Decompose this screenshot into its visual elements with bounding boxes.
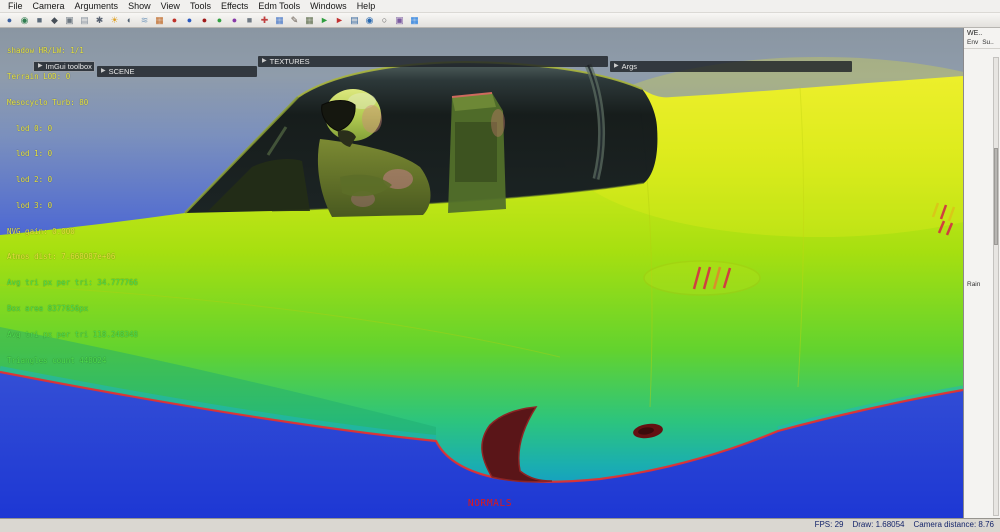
right-panel-title: WE..	[967, 30, 983, 37]
debug-line: lod 1: 0	[7, 149, 53, 159]
settings-gear-icon[interactable]: ✱	[93, 14, 106, 27]
debug-line: Atmos dist: 7.668087e+06	[7, 252, 116, 262]
debug-line: Avg tri px per tri: 34.777766	[7, 278, 138, 288]
imgui-toolbox-header[interactable]: ▶ ImGui toolbox	[33, 61, 95, 72]
application-window: File Camera Arguments Show View Tools Ef…	[0, 0, 1000, 532]
chevron-right-icon: ▶	[101, 68, 106, 74]
world-icon[interactable]: ◉	[363, 14, 376, 27]
debug-line: Box area 8377656px	[7, 304, 89, 313]
imgui-toolbox-label: ImGui toolbox	[45, 62, 92, 71]
right-side-panel: WE.. Env Su.. Rain	[963, 27, 1000, 519]
chevron-right-icon: ▶	[262, 58, 267, 64]
right-panel-scrollbar[interactable]	[993, 57, 999, 516]
layers-icon[interactable]: ▣	[393, 14, 406, 27]
flag-green-icon[interactable]: ►	[318, 14, 331, 27]
menu-tools[interactable]: Tools	[185, 0, 216, 12]
search-icon[interactable]: ○	[378, 14, 391, 27]
shadow-icon[interactable]: ◐	[123, 14, 136, 27]
menu-show[interactable]: Show	[123, 0, 156, 12]
menu-windows[interactable]: Windows	[305, 0, 352, 12]
tab-env[interactable]: Env	[967, 39, 978, 46]
wireframe-icon[interactable]: ▦	[303, 14, 316, 27]
cube-icon[interactable]: ■	[243, 14, 256, 27]
scrollbar-thumb[interactable]	[994, 148, 998, 245]
chart-icon[interactable]: ▤	[348, 14, 361, 27]
document-icon[interactable]: ▤	[78, 14, 91, 27]
globe-icon[interactable]: ◉	[18, 14, 31, 27]
edit-pencil-icon[interactable]: ✎	[288, 14, 301, 27]
debug-line: Mesocyclo Turb: 80	[7, 97, 89, 107]
chevron-right-icon: ▶	[614, 63, 619, 69]
record-icon[interactable]: ●	[198, 14, 211, 27]
fog-icon[interactable]: ≋	[138, 14, 151, 27]
camera-icon[interactable]: ◆	[48, 14, 61, 27]
draw-time: Draw: 1.68054	[852, 520, 905, 529]
args-panel-label: Args	[621, 62, 638, 71]
menu-camera[interactable]: Camera	[28, 0, 70, 12]
menu-bar: File Camera Arguments Show View Tools Ef…	[0, 0, 1000, 13]
palette-icon[interactable]: ▦	[153, 14, 166, 27]
textures-panel-label: TEXTURES	[269, 57, 310, 66]
3d-viewport[interactable]: shadow HR/LW: 1/1 Terrain LOD: 0 Mesocyc…	[0, 27, 963, 519]
status-bar: FPS: 29 Draw: 1.68054 Camera distance: 8…	[0, 518, 1000, 532]
debug-line: lod 0: 0	[7, 123, 53, 133]
material-icon[interactable]: ●	[213, 14, 226, 27]
menu-help[interactable]: Help	[352, 0, 381, 12]
grid-icon[interactable]: ▦	[273, 14, 286, 27]
render-mode-label: NORMALS	[467, 498, 513, 509]
sphere-purple-icon[interactable]: ●	[228, 14, 241, 27]
menu-arguments[interactable]: Arguments	[70, 0, 124, 12]
axes-icon[interactable]: ✚	[258, 14, 271, 27]
debug-line: shadow HR/LW: 1/1	[7, 46, 84, 56]
fuselage-side-pod	[643, 260, 761, 296]
rain-item-label[interactable]: Rain	[967, 281, 980, 288]
menu-file[interactable]: File	[3, 0, 28, 12]
debug-line: lod 3: 0	[7, 200, 53, 210]
scene-panel-label: SCENE	[108, 67, 135, 76]
camera-distance: Camera distance: 8.76	[913, 520, 995, 529]
fps-counter: FPS: 29	[814, 520, 844, 529]
menu-edm-tools[interactable]: Edm Tools	[253, 0, 305, 12]
debug-stats-overlay: shadow HR/LW: 1/1 Terrain LOD: 0 Mesocyc…	[7, 30, 138, 382]
scene-panel-header[interactable]: ▶ SCENE	[97, 66, 257, 77]
screenshot-icon[interactable]: ▣	[63, 14, 76, 27]
debug-line: NVG gain: 0.000	[7, 226, 75, 236]
debug-line: Triangles count 448024	[7, 355, 107, 365]
tab-su[interactable]: Su..	[982, 39, 994, 46]
ejection-seat	[448, 92, 506, 213]
menu-view[interactable]: View	[156, 0, 185, 12]
flag-red-icon[interactable]: ►	[333, 14, 346, 27]
aircraft-normals-render	[0, 27, 963, 519]
menu-effects[interactable]: Effects	[216, 0, 253, 12]
debug-line: lod 2: 0	[7, 175, 53, 185]
toolbar: ● ◉ ■ ◆ ▣ ▤ ✱ ☀ ◐ ≋ ▦ ● ● ● ● ● ■ ✚ ▦ ✎ …	[0, 13, 1000, 28]
play-icon[interactable]: ●	[183, 14, 196, 27]
grid-blue-icon[interactable]: ▦	[408, 14, 421, 27]
sun-light-icon[interactable]: ☀	[108, 14, 121, 27]
scene-sphere-icon[interactable]: ●	[3, 14, 16, 27]
debug-line: Avg tri px per tri 118.248348	[7, 329, 138, 339]
right-panel-tabs: Env Su..	[964, 38, 1000, 49]
chevron-right-icon: ▶	[38, 63, 43, 69]
textures-panel-header[interactable]: ▶ TEXTURES	[258, 56, 608, 67]
save-icon[interactable]: ■	[33, 14, 46, 27]
args-panel-header[interactable]: ▶ Args	[610, 61, 852, 72]
stop-icon[interactable]: ●	[168, 14, 181, 27]
